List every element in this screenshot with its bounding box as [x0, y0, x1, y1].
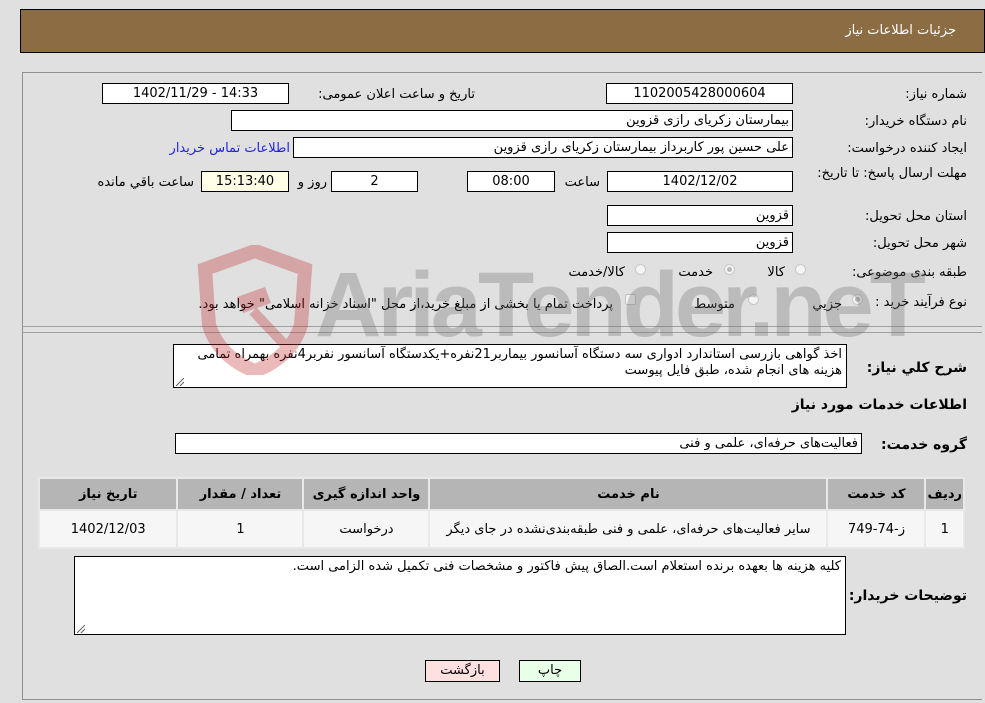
table-row: 1 ز-74-749 سایر فعالیت‌های حرفه‌ای، علمی…	[40, 511, 963, 547]
page-title: جزئیات اطلاعات نیاز	[845, 23, 956, 38]
deadline-label: مهلت ارسال پاسخ: تا تاریخ:	[817, 166, 967, 181]
category-service-label: خدمت	[678, 265, 713, 280]
col-header-service-name: نام خدمت	[430, 479, 827, 509]
category-goods-service-label: کالا/خدمت	[568, 265, 625, 280]
treasury-note: پرداخت تمام یا بخشی از مبلغ خرید،از محل …	[198, 297, 613, 312]
table-header-row: ردیف کد خدمت نام خدمت واحد اندازه گیری ت…	[40, 479, 963, 509]
col-header-unit: واحد اندازه گیری	[304, 479, 429, 509]
city-label: شهر محل تحویل:	[872, 236, 967, 251]
category-goods-label: کالا	[767, 265, 785, 280]
process-medium-label: متوسط	[694, 297, 735, 312]
print-button[interactable]: چاپ	[519, 660, 581, 682]
category-radio-goods[interactable]	[795, 264, 806, 275]
back-button[interactable]: بازگشت	[425, 660, 500, 682]
buyer-notes-text: کلیه هزینه ها بعهده برنده استعلام است.ال…	[292, 559, 841, 574]
description-label: شرح كلي نياز:	[866, 360, 967, 376]
days-label: روز و	[297, 175, 327, 190]
category-radio-goods-service[interactable]	[635, 264, 646, 275]
need-number-label: شماره نیاز:	[905, 87, 967, 102]
cell-unit: درخواست	[304, 511, 429, 547]
process-label: نوع فرآیند خرید :	[875, 295, 967, 310]
creator-field: علی حسین پور کاربرداز بیمارستان زکریای ر…	[293, 137, 793, 158]
buyer-org-field: بیمارستان زکریای رازی قزوین	[231, 110, 793, 131]
cell-service-name: سایر فعالیت‌های حرفه‌ای، علمی و فنی طبقه…	[430, 511, 827, 547]
col-header-quantity: تعداد / مقدار	[178, 479, 303, 509]
process-radio-minor[interactable]	[852, 294, 863, 305]
resize-grip-icon[interactable]	[176, 378, 184, 386]
need-number-field: 1102005428000604	[606, 83, 793, 104]
col-header-row-number: ردیف	[926, 479, 963, 509]
treasury-checkbox[interactable]	[625, 294, 636, 305]
cell-quantity: 1	[178, 511, 303, 547]
page-header: جزئیات اطلاعات نیاز	[20, 9, 985, 53]
category-radio-service[interactable]	[724, 264, 735, 275]
cell-row-number: 1	[926, 511, 963, 547]
deadline-time-field: 08:00	[467, 171, 555, 192]
deadline-time-label: ساعت	[564, 175, 600, 190]
category-label: طبقه بندی موضوعی:	[851, 265, 967, 280]
process-minor-label: جزيي	[812, 297, 842, 312]
cell-need-date: 1402/12/03	[40, 511, 177, 547]
resize-grip-icon[interactable]	[77, 625, 85, 633]
process-radio-medium[interactable]	[748, 294, 759, 305]
buyer-notes-label: توضیحات خریدار:	[848, 588, 967, 604]
description-text: اخذ گواهی بازرسی استاندارد ادواری سه دست…	[197, 347, 843, 378]
services-section-title: اطلاعات خدمات مورد نیاز	[791, 397, 967, 413]
province-label: استان محل تحویل:	[865, 209, 967, 224]
buyer-notes-textarea[interactable]: کلیه هزینه ها بعهده برنده استعلام است.ال…	[74, 556, 846, 635]
buyer-contact-link[interactable]: اطلاعات تماس خریدار	[170, 141, 290, 156]
announce-date-label: تاریخ و ساعت اعلان عمومی:	[318, 87, 475, 102]
col-header-need-date: تاریخ نیاز	[40, 479, 177, 509]
announce-date-field: 1402/11/29 - 14:33	[102, 83, 289, 104]
buyer-org-label: نام دستگاه خریدار:	[864, 114, 967, 129]
remaining-time-field: 15:13:40	[201, 171, 289, 192]
deadline-date-field: 1402/12/02	[607, 171, 793, 192]
description-textarea[interactable]: اخذ گواهی بازرسی استاندارد ادواری سه دست…	[173, 344, 847, 388]
service-group-label: گروه خدمت:	[881, 437, 967, 453]
services-table: ردیف کد خدمت نام خدمت واحد اندازه گیری ت…	[38, 477, 965, 549]
days-remaining-field: 2	[331, 171, 418, 192]
creator-label: ایجاد کننده درخواست:	[847, 141, 967, 156]
col-header-service-code: کد خدمت	[828, 479, 925, 509]
section-divider	[22, 332, 982, 333]
section-divider	[22, 326, 982, 327]
services-table-wrapper: ردیف کد خدمت نام خدمت واحد اندازه گیری ت…	[38, 477, 965, 549]
service-group-field: فعالیت‌های حرفه‌ای، علمی و فنی	[175, 433, 862, 454]
remaining-time-label: ساعت باقي مانده	[97, 175, 194, 190]
city-field: قزوین	[607, 232, 793, 253]
cell-service-code: ز-74-749	[828, 511, 925, 547]
province-field: قزوین	[607, 205, 793, 226]
